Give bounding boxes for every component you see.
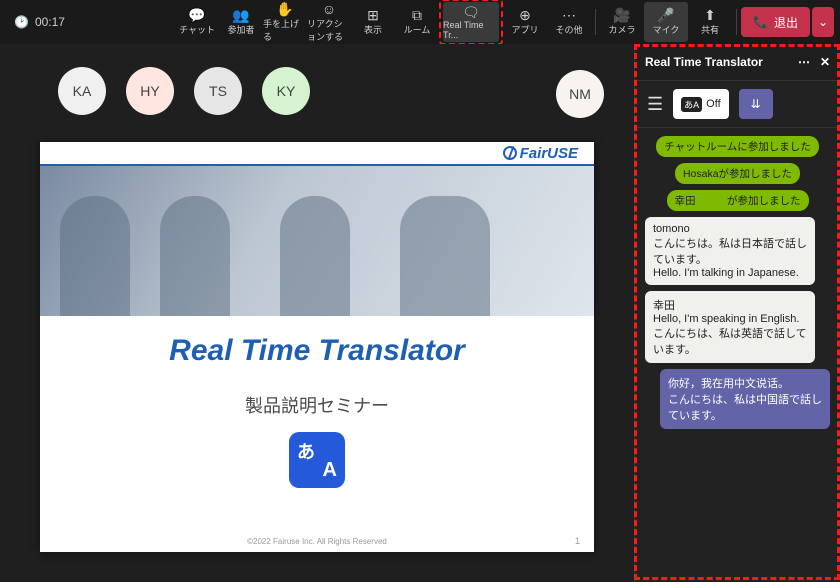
slide-subtitle: 製品説明セミナー (40, 392, 594, 418)
apps-button[interactable]: ⊕ アプリ (503, 2, 547, 42)
rtt-label: Real Time Tr... (443, 20, 499, 40)
caption-line: こんにちは、私は英語で話しています。 (653, 325, 807, 357)
timer-text: 00:17 (35, 15, 65, 29)
share-screen-icon: ⬆ (704, 8, 716, 22)
mic-label: マイク (653, 23, 680, 36)
chat-icon: 💬 (188, 8, 205, 22)
mic-button[interactable]: 🎤 マイク (644, 2, 688, 42)
meeting-toolbar: 🕑 00:17 💬 チャット 👥 参加者 ✋ 手を上げる ☺ リアクションする … (0, 0, 840, 44)
hand-icon: ✋ (276, 2, 293, 16)
system-message: Hosakaが参加しました (675, 163, 800, 184)
view-button[interactable]: ⊞ 表示 (351, 2, 395, 42)
avatar[interactable]: TS (194, 67, 242, 115)
translate-app-icon (289, 432, 345, 488)
caption-bubble: 幸田Hello, I'm speaking in English.こんにちは、私… (645, 291, 815, 363)
apps-label: アプリ (512, 23, 539, 36)
participants-button[interactable]: 👥 参加者 (219, 2, 263, 42)
panel-header: Real Time Translator ⋯ ✕ (635, 44, 840, 80)
double-chevron-down-icon: ⇊ (751, 97, 761, 111)
caption-bubble: 你好，我在用中文说话。こんにちは、私は中国語で話しています。 (660, 369, 830, 429)
avatar[interactable]: KY (262, 67, 310, 115)
people-icon: 👥 (232, 8, 249, 22)
leave-caret-button[interactable]: ⌄ (812, 7, 834, 37)
avatar[interactable]: KA (58, 67, 106, 115)
rooms-icon: ⧉ (412, 8, 422, 22)
rtt-highlight: 🗨 Real Time Tr... (439, 0, 503, 45)
smile-icon: ☺ (322, 2, 336, 16)
rtt-app-button[interactable]: 🗨 Real Time Tr... (443, 2, 499, 42)
speaker-name: tomono (653, 223, 807, 235)
raise-hand-label: 手を上げる (263, 17, 307, 43)
speaker-name: 幸田 (653, 297, 807, 313)
camera-off-icon: 🎥 (613, 8, 630, 22)
avatar[interactable]: HY (126, 67, 174, 115)
toolbar-divider (595, 9, 596, 35)
slide-page-number: 1 (575, 536, 580, 546)
plus-square-icon: ⊕ (519, 8, 531, 22)
meeting-timer: 🕑 00:17 (14, 15, 65, 29)
slide-footer: ©2022 Fairuse Inc. All Rights Reserved (40, 537, 594, 546)
system-message: チャットルームに参加しました (656, 136, 819, 157)
menu-icon[interactable]: ☰ (647, 94, 663, 115)
close-icon[interactable]: ✕ (820, 55, 830, 69)
ellipsis-icon: ⋯ (562, 8, 576, 22)
participants-label: 参加者 (228, 23, 255, 36)
toggle-label: Off (706, 98, 720, 110)
chevron-down-icon: ⌄ (818, 15, 828, 29)
aA-icon: あA (681, 97, 702, 112)
caption-line: Hello. I'm talking in Japanese. (653, 267, 807, 279)
avatar[interactable]: NM (556, 70, 604, 118)
globe-icon (503, 146, 517, 160)
share-button[interactable]: ⬆ 共有 (688, 2, 732, 42)
slide-photo (40, 166, 594, 316)
caption-line: 你好，我在用中文说话。 (668, 375, 822, 391)
camera-label: カメラ (609, 23, 636, 36)
translate-icon: 🗨 (462, 5, 480, 19)
panel-more-icon[interactable]: ⋯ (798, 55, 810, 69)
translate-toggle[interactable]: あA Off (673, 89, 729, 119)
react-button[interactable]: ☺ リアクションする (307, 2, 351, 42)
fairuse-logo: FairUSE (503, 145, 578, 162)
slide-title: Real Time Translator (40, 334, 594, 368)
meeting-stage: KA HY TS KY NM FairUSE Real Time Transla… (0, 44, 634, 582)
rtt-panel: Real Time Translator ⋯ ✕ ☰ あA Off ⇊ チャット… (634, 44, 840, 582)
panel-title: Real Time Translator (645, 55, 763, 69)
caption-line: こんにちは。私は日本語で話しています。 (653, 235, 807, 267)
leave-button[interactable]: 📞 退出 (741, 7, 810, 37)
panel-toolbar: ☰ あA Off ⇊ (635, 80, 840, 128)
rooms-label: ルーム (404, 23, 431, 36)
raise-hand-button[interactable]: ✋ 手を上げる (263, 2, 307, 42)
mic-off-icon: 🎤 (657, 8, 674, 22)
more-button[interactable]: ⋯ その他 (547, 2, 591, 42)
caption-line: こんにちは、私は中国語で話しています。 (668, 391, 822, 423)
more-label: その他 (556, 23, 583, 36)
camera-button[interactable]: 🎥 カメラ (600, 2, 644, 42)
leave-label: 退出 (774, 14, 798, 31)
hangup-icon: 📞 (753, 15, 768, 29)
rooms-button[interactable]: ⧉ ルーム (395, 2, 439, 42)
shared-slide: FairUSE Real Time Translator 製品説明セミナー ©2… (40, 142, 594, 552)
share-label: 共有 (701, 23, 719, 36)
caption-line: Hello, I'm speaking in English. (653, 313, 807, 325)
attendee-strip: KA HY TS KY NM (0, 44, 634, 138)
brand-text: FairUSE (520, 145, 578, 162)
caption-bubble: tomonoこんにちは。私は日本語で話しています。Hello. I'm talk… (645, 217, 815, 285)
toolbar-divider-2 (736, 9, 737, 35)
view-label: 表示 (364, 23, 382, 36)
expand-button[interactable]: ⇊ (739, 89, 773, 119)
clock-icon: 🕑 (14, 15, 29, 29)
system-message: 幸田 が参加しました (667, 190, 809, 211)
caption-feed[interactable]: チャットルームに参加しました Hosakaが参加しました幸田 が参加しました tom… (635, 128, 840, 582)
chat-label: チャット (179, 23, 215, 36)
react-label: リアクションする (307, 17, 351, 43)
grid-icon: ⊞ (367, 8, 379, 22)
chat-button[interactable]: 💬 チャット (175, 2, 219, 42)
